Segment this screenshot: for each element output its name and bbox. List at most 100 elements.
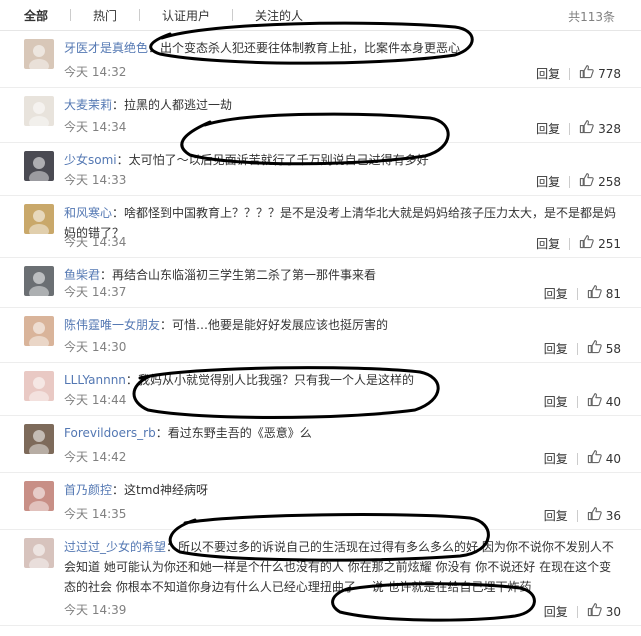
username-link[interactable]: LLLYannnn <box>64 373 126 387</box>
divider <box>569 122 571 135</box>
like-button[interactable]: 778 <box>579 64 621 83</box>
divider <box>576 452 578 465</box>
like-count: 40 <box>605 394 621 409</box>
comment-body: Forevildoers_rb：看过东野圭吾的《恶意》么 <box>64 423 621 443</box>
comment-actions: 回复 58 <box>544 339 621 358</box>
tab-verified-users[interactable]: 认证用户 <box>162 7 210 24</box>
avatar[interactable] <box>24 266 54 296</box>
comment-colon: ： <box>166 540 179 554</box>
comment-timestamp: 今天 14:33 <box>64 173 127 187</box>
username-link[interactable]: 和风寒心 <box>64 206 112 220</box>
thumbs-up-icon <box>579 172 598 191</box>
like-count: 30 <box>605 604 621 619</box>
reply-button[interactable]: 回复 <box>544 341 568 357</box>
comment-meta: 今天 14:42 回复 40 <box>64 449 621 468</box>
comment-text: 出个变态杀人犯还要往体制教育上扯，比案件本身更恶心 <box>160 41 461 55</box>
reply-button[interactable]: 回复 <box>536 121 560 137</box>
reply-button[interactable]: 回复 <box>544 451 568 467</box>
avatar[interactable] <box>24 96 54 126</box>
comment-timestamp: 今天 14:30 <box>64 340 127 354</box>
username-link[interactable]: 过过过_少女的希望 <box>64 540 166 554</box>
like-button[interactable]: 81 <box>587 284 621 303</box>
comment-colon: ： <box>148 41 161 55</box>
comment-meta: 今天 14:32 回复 778 <box>64 64 621 83</box>
avatar[interactable] <box>24 39 54 69</box>
comment-body: 首乃颜控：这tmd神经病呀 <box>64 480 621 500</box>
comment-timestamp: 今天 14:35 <box>64 507 127 521</box>
like-button[interactable]: 251 <box>579 234 621 253</box>
reply-button[interactable]: 回复 <box>544 508 568 524</box>
reply-button[interactable]: 回复 <box>544 394 568 410</box>
thumbs-up-icon <box>587 339 606 358</box>
comment-text: 我妈从小就觉得别人比我强？只有我一个人是这样的 <box>137 373 414 387</box>
username-link[interactable]: Forevildoers_rb <box>64 426 156 440</box>
thumbs-up-icon <box>587 506 606 525</box>
thumbs-up-icon <box>587 284 606 303</box>
avatar[interactable] <box>24 481 54 511</box>
username-link[interactable]: 少女somi <box>64 153 117 167</box>
reply-button[interactable]: 回复 <box>544 286 568 302</box>
avatar[interactable] <box>24 151 54 181</box>
like-button[interactable]: 328 <box>579 119 621 138</box>
comment-timestamp: 今天 14:32 <box>64 65 127 79</box>
comment-meta: 今天 14:30 回复 58 <box>64 339 621 358</box>
comment-meta: 今天 14:37 回复 81 <box>64 284 621 303</box>
reply-button[interactable]: 回复 <box>536 236 560 252</box>
avatar[interactable] <box>24 538 54 568</box>
comment-text: 再结合山东临淄初三学生第二杀了第一那件事来看 <box>112 268 377 282</box>
comment-actions: 回复 30 <box>544 602 621 621</box>
comment-item: 过过过_少女的希望：所以不要过多的诉说自己的生活现在过得有多么多么的好 因为你不… <box>0 530 641 626</box>
like-button[interactable]: 40 <box>587 449 621 468</box>
tab-following[interactable]: 关注的人 <box>255 7 303 24</box>
thumbs-up-icon <box>587 449 606 468</box>
like-count: 58 <box>605 341 621 356</box>
like-button[interactable]: 30 <box>587 602 621 621</box>
comment-meta: 今天 14:35 回复 36 <box>64 506 621 525</box>
comment-timestamp: 今天 14:37 <box>64 285 127 299</box>
like-count: 40 <box>605 451 621 466</box>
divider <box>232 9 234 21</box>
username-link[interactable]: 陈伟霆唯一女朋友 <box>64 318 160 332</box>
comment-actions: 回复 81 <box>544 284 621 303</box>
username-link[interactable]: 牙医才是真绝色 <box>64 41 148 55</box>
comment-timestamp: 今天 14:34 <box>64 120 127 134</box>
comment-meta: 今天 14:39 回复 30 <box>64 602 621 621</box>
reply-button[interactable]: 回复 <box>536 174 560 190</box>
like-count: 36 <box>605 508 621 523</box>
comment-item: 和风寒心：啥都怪到中国教育上？？？？是不是没考上清华北大就是妈妈给孩子压力太大，… <box>0 196 641 258</box>
reply-button[interactable]: 回复 <box>544 604 568 620</box>
like-button[interactable]: 40 <box>587 392 621 411</box>
like-button[interactable]: 58 <box>587 339 621 358</box>
avatar[interactable] <box>24 424 54 454</box>
comment-text: 这tmd神经病呀 <box>124 483 209 497</box>
avatar[interactable] <box>24 316 54 346</box>
comment-body: 陈伟霆唯一女朋友：可惜…他要是能好好发展应该也挺厉害的 <box>64 315 621 335</box>
comment-actions: 回复 328 <box>536 119 621 138</box>
comment-body: 大麦茉莉：拉黑的人都逃过一劫 <box>64 95 621 115</box>
like-count: 258 <box>598 174 621 189</box>
comment-actions: 回复 778 <box>536 64 621 83</box>
tab-all[interactable]: 全部 <box>24 7 48 24</box>
tab-hot[interactable]: 热门 <box>93 7 117 24</box>
username-link[interactable]: 首乃颜控 <box>64 483 112 497</box>
divider <box>576 395 578 408</box>
avatar[interactable] <box>24 371 54 401</box>
comment-body: 过过过_少女的希望：所以不要过多的诉说自己的生活现在过得有多么多么的好 因为你不… <box>64 537 621 597</box>
comment-body: LLLYannnn：我妈从小就觉得别人比我强？只有我一个人是这样的 <box>64 370 621 390</box>
comment-text: 太可怕了～以后见面诉苦就行了千万别说自己过得有多好 <box>128 153 429 167</box>
username-link[interactable]: 大麦茉莉 <box>64 98 112 112</box>
like-button[interactable]: 36 <box>587 506 621 525</box>
avatar[interactable] <box>24 204 54 234</box>
comment-colon: ： <box>100 268 113 282</box>
thumbs-up-icon <box>587 602 606 621</box>
like-button[interactable]: 258 <box>579 172 621 191</box>
reply-button[interactable]: 回复 <box>536 66 560 82</box>
username-link[interactable]: 鱼柴君 <box>64 268 100 282</box>
comment-colon: ： <box>112 483 125 497</box>
comment-colon: ： <box>112 98 125 112</box>
thumbs-up-icon <box>579 119 598 138</box>
comment-actions: 回复 40 <box>544 392 621 411</box>
like-count: 81 <box>605 286 621 301</box>
thumbs-up-icon <box>587 392 606 411</box>
comment-count: 共113条 <box>568 10 615 24</box>
